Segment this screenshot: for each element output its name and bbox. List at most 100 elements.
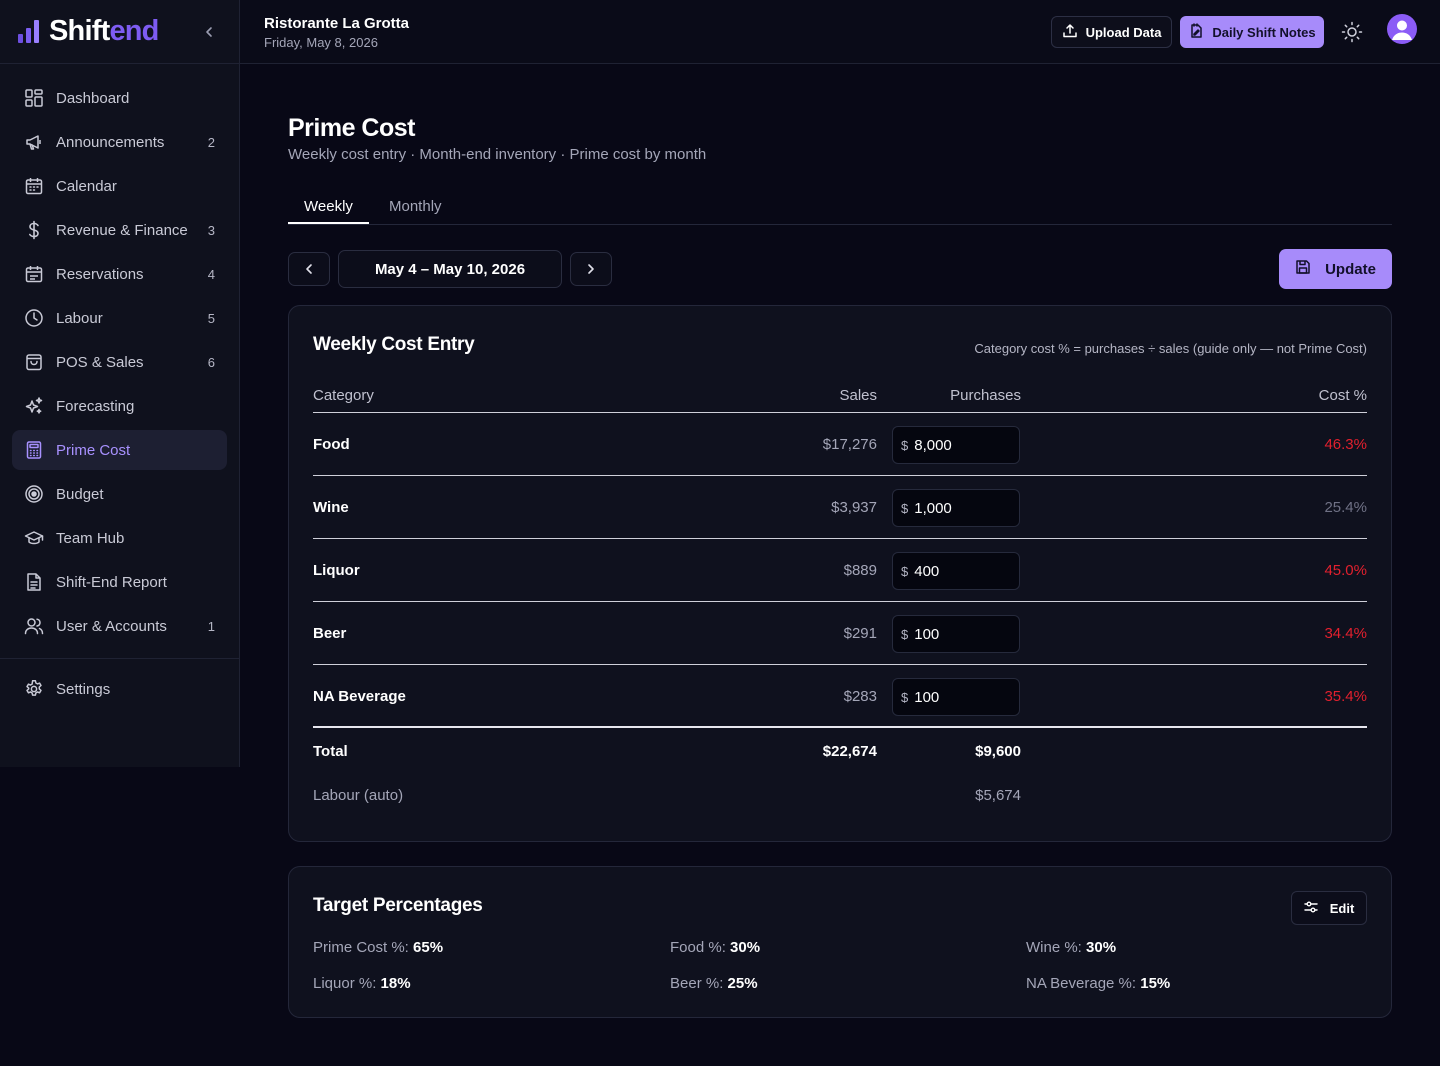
purchases-input[interactable]: $100 xyxy=(892,615,1020,653)
top-header: Ristorante La Grotta Friday, May 8, 2026… xyxy=(240,0,1440,64)
sidebar-item-label: Announcements xyxy=(56,133,165,151)
total-purchases: $9,600 xyxy=(975,743,1021,760)
sidebar-item-label: Calendar xyxy=(56,177,117,195)
target-item: Beer %: 25% xyxy=(670,975,758,992)
currency-symbol: $ xyxy=(901,500,909,516)
sliders-icon xyxy=(1304,900,1318,917)
column-header-sales: Sales xyxy=(839,387,877,404)
notes-icon xyxy=(1188,22,1204,42)
sidebar-item-forecasting[interactable]: Forecasting xyxy=(12,386,227,426)
app: Shiftend Dashboard Announcements 2 Calen… xyxy=(0,0,1440,1066)
gear-icon xyxy=(24,679,44,699)
update-button[interactable]: Update xyxy=(1279,249,1392,289)
tab-monthly[interactable]: Monthly xyxy=(389,198,442,215)
collapse-sidebar-icon[interactable] xyxy=(199,22,219,42)
table-row: Food $17,276 $8,000 46.3% xyxy=(313,413,1367,476)
nav-badge: 3 xyxy=(207,222,215,238)
bag-icon xyxy=(24,352,44,372)
daily-shift-notes-button[interactable]: Daily Shift Notes xyxy=(1180,16,1324,48)
megaphone-icon xyxy=(24,132,44,152)
purchases-value[interactable]: 8,000 xyxy=(914,437,952,454)
page-title: Prime Cost xyxy=(288,114,415,142)
purchases-input[interactable]: $8,000 xyxy=(892,426,1020,464)
currency-symbol: $ xyxy=(901,437,909,453)
avatar[interactable] xyxy=(1387,14,1417,44)
edit-targets-button[interactable]: Edit xyxy=(1291,891,1367,925)
sidebar-item-label: Team Hub xyxy=(56,529,125,547)
purchases-input[interactable]: $100 xyxy=(892,678,1020,716)
target-item: Liquor %: 18% xyxy=(313,975,411,992)
sidebar-item-revenue-finance[interactable]: Revenue & Finance 3 xyxy=(12,210,227,250)
card-title: Weekly Cost Entry xyxy=(313,334,475,355)
sales-cell: $283 xyxy=(843,688,877,705)
table-row: Liquor $889 $400 45.0% xyxy=(313,539,1367,602)
nav-badge: 4 xyxy=(207,266,215,282)
users-icon xyxy=(24,616,44,636)
purchases-value[interactable]: 400 xyxy=(914,563,939,580)
calculator-icon xyxy=(24,440,44,460)
sidebar-item-calendar[interactable]: Calendar xyxy=(12,166,227,206)
restaurant-name: Ristorante La Grotta xyxy=(264,15,410,32)
update-label: Update xyxy=(1325,260,1376,278)
purchases-value[interactable]: 100 xyxy=(914,626,939,643)
column-header-purchases: Purchases xyxy=(950,387,1021,404)
sales-cell: $889 xyxy=(843,562,877,579)
sidebar-item-settings[interactable]: Settings xyxy=(12,669,227,709)
sidebar-item-budget[interactable]: Budget xyxy=(12,474,227,514)
purchases-input[interactable]: $400 xyxy=(892,552,1020,590)
labour-label: Labour (auto) xyxy=(313,787,404,804)
sidebar-item-announcements[interactable]: Announcements 2 xyxy=(12,122,227,162)
labour-row: Labour (auto) $5,674 xyxy=(313,787,1367,811)
sidebar-item-prime-cost[interactable]: Prime Cost xyxy=(12,430,227,470)
category-cell: Liquor xyxy=(313,562,360,579)
sidebar-item-label: POS & Sales xyxy=(56,353,144,371)
brand: Shiftend xyxy=(0,0,239,64)
sidebar-item-team-hub[interactable]: Team Hub xyxy=(12,518,227,558)
sidebar-item-label: Forecasting xyxy=(56,397,135,415)
labour-value: $5,674 xyxy=(975,787,1021,804)
category-cell: Beer xyxy=(313,625,347,642)
sun-icon[interactable] xyxy=(1340,20,1364,44)
sidebar-item-user-accounts[interactable]: User & Accounts 1 xyxy=(12,606,227,646)
sidebar-item-reservations[interactable]: Reservations 4 xyxy=(12,254,227,294)
document-icon xyxy=(24,572,44,592)
sidebar-item-label: User & Accounts xyxy=(56,617,167,635)
target-percentages-card: Target Percentages Edit Prime Cost %: 65… xyxy=(288,866,1392,1018)
calendar-grid-icon xyxy=(24,264,44,284)
currency-symbol: $ xyxy=(901,689,909,705)
sidebar-divider xyxy=(0,658,239,659)
currency-symbol: $ xyxy=(901,563,909,579)
sidebar-item-labour[interactable]: Labour 5 xyxy=(12,298,227,338)
cost-formula-note: Category cost % = purchases ÷ sales (gui… xyxy=(974,341,1367,356)
table-row: Wine $3,937 $1,000 25.4% xyxy=(313,476,1367,539)
sidebar-item-label: Prime Cost xyxy=(56,441,131,459)
cost-pct-cell: 45.0% xyxy=(1324,562,1367,579)
chevron-left-icon xyxy=(306,264,312,274)
brand-name: Shiftend xyxy=(49,15,159,47)
upload-data-button[interactable]: Upload Data xyxy=(1051,16,1172,48)
sidebar-item-shift-end-report[interactable]: Shift-End Report xyxy=(12,562,227,602)
target-item: Food %: 30% xyxy=(670,939,761,956)
purchases-value[interactable]: 1,000 xyxy=(914,500,952,517)
sidebar-item-dashboard[interactable]: Dashboard xyxy=(12,78,227,118)
purchases-input[interactable]: $1,000 xyxy=(892,489,1020,527)
sidebar-item-label: Shift-End Report xyxy=(56,573,167,591)
sidebar-item-label: Reservations xyxy=(56,265,144,283)
sidebar-item-label: Dashboard xyxy=(56,89,130,107)
total-sales: $22,674 xyxy=(822,743,877,760)
save-icon xyxy=(1295,259,1311,279)
target-item: Prime Cost %: 65% xyxy=(313,939,444,956)
previous-week-button[interactable] xyxy=(288,252,330,286)
calendar-icon xyxy=(24,176,44,196)
cost-pct-cell: 34.4% xyxy=(1324,625,1367,642)
upload-data-label: Upload Data xyxy=(1085,24,1162,40)
edit-label: Edit xyxy=(1329,900,1355,916)
sidebar-item-pos-sales[interactable]: POS & Sales 6 xyxy=(12,342,227,382)
purchases-value[interactable]: 100 xyxy=(914,689,939,706)
next-week-button[interactable] xyxy=(570,252,612,286)
currency-symbol: $ xyxy=(901,626,909,642)
tab-weekly[interactable]: Weekly xyxy=(304,198,353,215)
column-header-cost-pct: Cost % xyxy=(1318,387,1367,404)
week-range-label[interactable]: May 4 – May 10, 2026 xyxy=(338,250,562,288)
table-row: Beer $291 $100 34.4% xyxy=(313,602,1367,665)
